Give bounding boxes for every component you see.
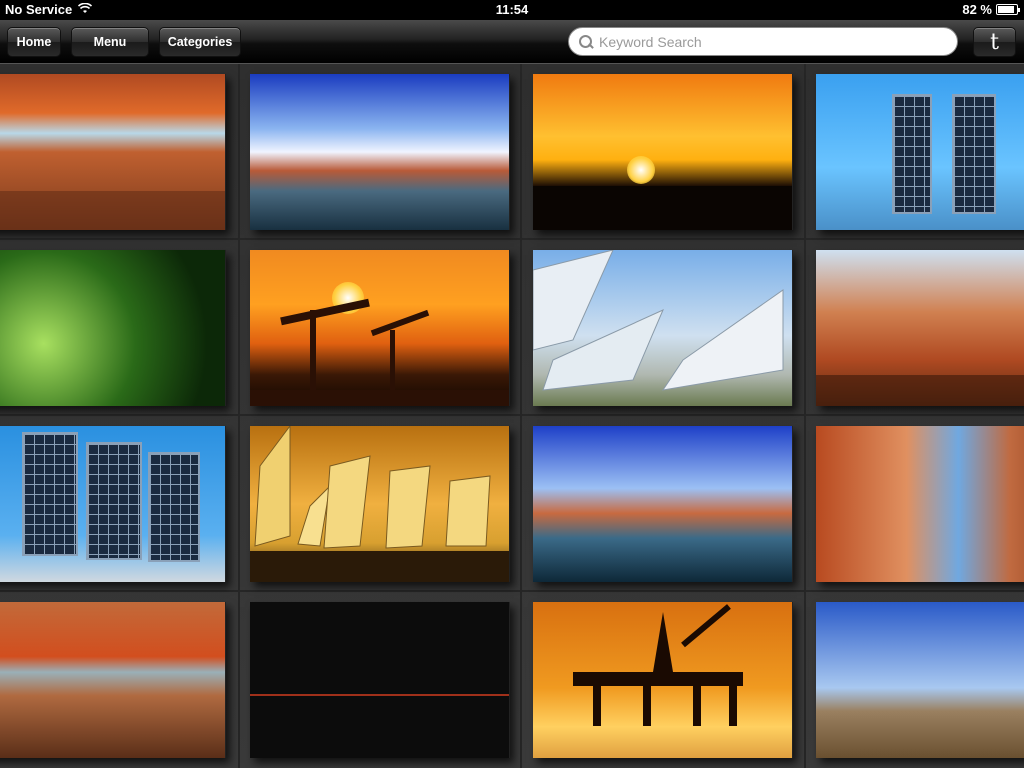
search-placeholder: Keyword Search xyxy=(599,33,702,50)
thumbnail-driftwood-beach[interactable] xyxy=(816,602,1024,758)
thumbnail-desert-tree[interactable] xyxy=(816,250,1024,406)
twitter-button[interactable]: t xyxy=(973,27,1016,57)
status-right: 82 % xyxy=(962,2,1020,17)
clock: 11:54 xyxy=(495,2,529,17)
menu-button[interactable]: Menu xyxy=(71,27,149,57)
status-bar: No Service 11:54 82 % xyxy=(0,0,1024,20)
thumbnail-jungle-leaves[interactable] xyxy=(0,250,226,406)
thumbnail-refinery-sunset[interactable] xyxy=(533,74,793,230)
thumbnail-canyon-cliff[interactable] xyxy=(816,426,1024,582)
toolbar: Home Menu Categories Keyword Search t xyxy=(0,20,1024,64)
thumbnail-canyon-lake[interactable] xyxy=(250,74,510,230)
thumbnail-desert-arch-2[interactable] xyxy=(0,602,226,758)
home-button[interactable]: Home xyxy=(7,27,61,57)
thumbnail-solar-mirrors[interactable] xyxy=(533,250,793,406)
thumbnail-oil-rig-sunset[interactable] xyxy=(533,602,793,758)
thumbnail-grid xyxy=(0,64,1024,768)
search-input[interactable]: Keyword Search xyxy=(568,27,958,56)
categories-button[interactable]: Categories xyxy=(159,27,241,57)
search-icon xyxy=(579,34,593,49)
thumbnail-desert-arch[interactable] xyxy=(0,74,226,230)
thumbnail-solar-panels-blue[interactable] xyxy=(0,426,226,582)
thumbnail-oil-pumpjacks-sunset[interactable] xyxy=(250,250,510,406)
twitter-icon: t xyxy=(990,29,999,55)
battery-percent: 82 % xyxy=(962,2,992,17)
thumbnail-golden-mirrors[interactable] xyxy=(250,426,510,582)
thumbnail-solar-panels-sky[interactable] xyxy=(816,74,1024,230)
thumbnail-dark-horizon[interactable] xyxy=(250,602,510,758)
battery-icon xyxy=(996,4,1020,15)
thumbnail-canyon-lake-2[interactable] xyxy=(533,426,793,582)
